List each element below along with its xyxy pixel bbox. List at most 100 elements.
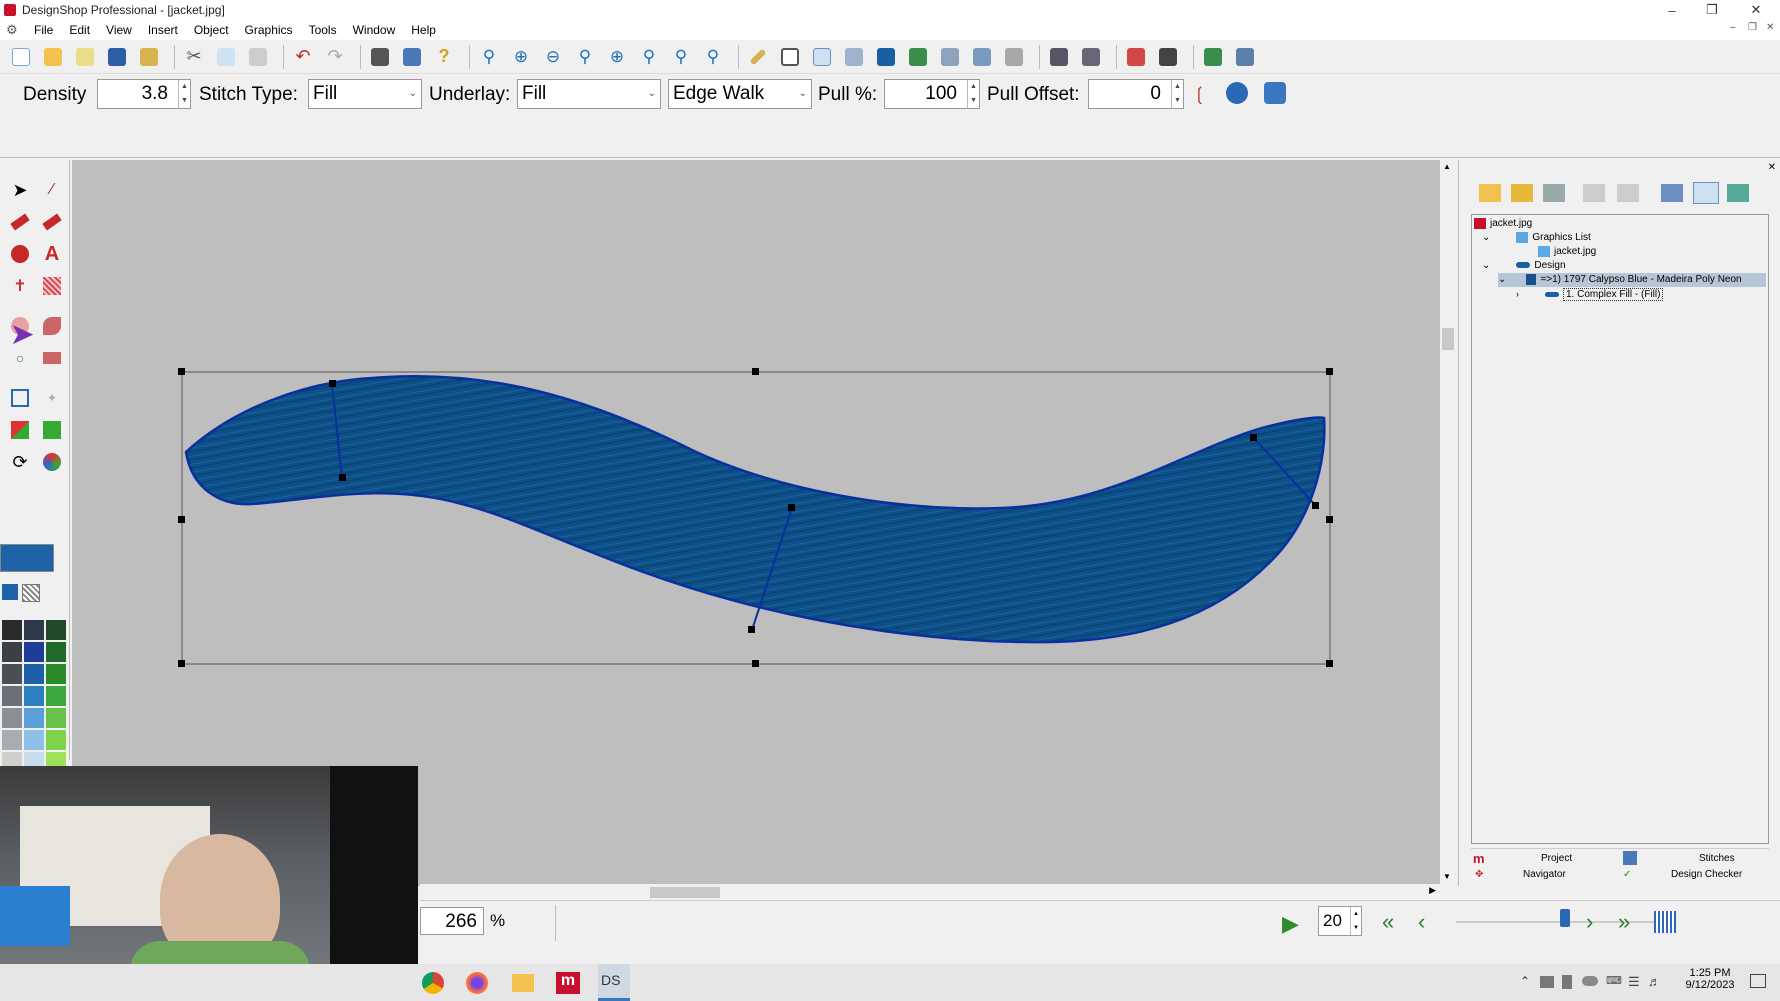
chrome-icon[interactable] <box>422 972 444 994</box>
density-spinner[interactable]: ▲ ▼ <box>178 80 190 108</box>
onedrive-icon[interactable] <box>1582 976 1598 986</box>
stitch-machine-icon[interactable] <box>367 44 393 70</box>
thread-swatch[interactable] <box>2 730 22 750</box>
tab-navigator[interactable]: Navigator <box>1523 867 1566 883</box>
thread-swatch[interactable] <box>46 730 66 750</box>
jump-icon[interactable] <box>1078 44 1104 70</box>
color-wheel-icon[interactable] <box>40 450 64 474</box>
pull-offset-input[interactable]: 0 ▲ ▼ <box>1088 79 1184 109</box>
settings-icon[interactable] <box>1617 184 1639 202</box>
resize-handle[interactable] <box>752 660 759 667</box>
thread-swatch[interactable] <box>46 620 66 640</box>
resize-handle[interactable] <box>1326 368 1333 375</box>
align-icon[interactable] <box>8 386 32 410</box>
step-count-input[interactable]: 20 ▲ ▼ <box>1318 906 1362 936</box>
image-icon[interactable] <box>1200 44 1226 70</box>
pull-offset-spinner[interactable]: ▲ ▼ <box>1171 80 1183 108</box>
stitch-slider-thumb[interactable] <box>1560 909 1570 927</box>
resize-handle[interactable] <box>752 368 759 375</box>
zoom-center-icon[interactable]: ⊕ <box>604 44 630 70</box>
forward-last-icon[interactable]: » <box>1618 909 1630 935</box>
line-tool-icon[interactable]: ∕ <box>40 178 64 202</box>
mdi-restore-icon[interactable]: ❐ <box>1748 22 1757 33</box>
needle-icon[interactable] <box>1046 44 1072 70</box>
break-apart-icon[interactable] <box>1123 44 1149 70</box>
chevron-down-icon[interactable]: ⌄ <box>1498 274 1506 285</box>
properties-icon[interactable] <box>1543 184 1565 202</box>
hide-selection-icon[interactable] <box>969 44 995 70</box>
export-icon[interactable] <box>136 44 162 70</box>
tray-device-icon[interactable] <box>1540 976 1554 988</box>
step-forward-icon[interactable]: › <box>1586 909 1593 935</box>
stitches-tab-icon[interactable] <box>1623 851 1637 865</box>
panel-close-icon[interactable]: ✕ <box>1768 162 1776 173</box>
menu-edit[interactable]: Edit <box>61 23 98 37</box>
menu-graphics[interactable]: Graphics <box>237 23 301 37</box>
no-color-swatch[interactable] <box>22 584 40 602</box>
filter-icon[interactable] <box>1583 184 1605 202</box>
menu-insert[interactable]: Insert <box>140 23 186 37</box>
menu-view[interactable]: View <box>98 23 140 37</box>
select-arrow-icon[interactable]: ➤ <box>8 178 32 202</box>
rewind-first-icon[interactable]: « <box>1382 909 1394 935</box>
step-back-icon[interactable]: ‹ <box>1418 909 1425 935</box>
stitch-player-icon[interactable] <box>1654 911 1676 933</box>
thread-swatch[interactable] <box>2 686 22 706</box>
save-icon[interactable] <box>104 44 130 70</box>
thread-swatch[interactable] <box>24 664 44 684</box>
pull-spinner[interactable]: ▲ ▼ <box>967 80 979 108</box>
thread-swatch[interactable] <box>24 686 44 706</box>
tree-graphics-item[interactable]: jacket.jpg <box>1538 245 1596 259</box>
text-tool-icon[interactable]: A <box>40 242 64 266</box>
resize-icon[interactable] <box>8 418 32 442</box>
node-handle[interactable] <box>1250 434 1257 441</box>
mdi-close-icon[interactable]: ✕ <box>1766 22 1774 33</box>
sequence-icon[interactable] <box>1727 184 1749 202</box>
current-color-swatch[interactable] <box>0 544 54 572</box>
node-handle[interactable] <box>329 380 336 387</box>
show-graphics-icon[interactable] <box>905 44 931 70</box>
print-icon[interactable] <box>399 44 425 70</box>
thread-swatch[interactable] <box>24 620 44 640</box>
resize-handle[interactable] <box>1326 660 1333 667</box>
close-icon[interactable]: ✕ <box>1736 0 1776 20</box>
keyboard-icon[interactable]: ⌨ <box>1606 974 1622 987</box>
scroll-down-icon[interactable]: ▼ <box>1443 872 1451 881</box>
tray-usb-icon[interactable] <box>1562 975 1572 989</box>
mdi-minimize-icon[interactable]: – <box>1730 22 1736 33</box>
madeira-app-icon[interactable]: m <box>556 972 580 994</box>
stitch-type-select[interactable]: Fill ⌄ <box>308 79 422 109</box>
undo-icon[interactable]: ↶ <box>290 44 316 70</box>
scroll-right-icon[interactable]: ▶ <box>1429 885 1436 896</box>
designshop-taskbar-button[interactable]: DS <box>598 964 630 1001</box>
step-spinner[interactable]: ▲ ▼ <box>1350 907 1361 935</box>
minimize-icon[interactable]: – <box>1652 0 1692 20</box>
resize-handle[interactable] <box>1326 516 1333 523</box>
chevron-down-icon[interactable]: ⌄ <box>1482 260 1490 271</box>
resize-handle[interactable] <box>178 368 185 375</box>
resize-handle[interactable] <box>178 516 185 523</box>
zoom-input[interactable]: 266 <box>420 907 484 935</box>
convert-icon[interactable] <box>1232 44 1258 70</box>
fill-pattern-icon[interactable] <box>1264 82 1286 104</box>
zoom-all-icon[interactable]: ⚲ <box>700 44 726 70</box>
tree-design[interactable]: ⌄ Design <box>1482 259 1566 273</box>
sparkle-icon[interactable]: ✦ <box>40 386 64 410</box>
navigator-tab-icon[interactable]: ✥ <box>1475 867 1483 883</box>
zoom-actual-icon[interactable]: ⚲ <box>572 44 598 70</box>
volume-icon[interactable]: ♬ <box>1648 974 1661 989</box>
menu-help[interactable]: Help <box>403 23 444 37</box>
stitch-effect-icon[interactable]: ❲ <box>1192 84 1207 105</box>
firefox-icon[interactable] <box>466 972 488 994</box>
new-folder-icon[interactable] <box>1479 184 1501 202</box>
menu-window[interactable]: Window <box>345 23 404 37</box>
tree-color-item[interactable]: ⌄ =>1) 1797 Calypso Blue - Madeira Poly N… <box>1498 273 1766 287</box>
mirror-icon[interactable] <box>40 418 64 442</box>
motif-tool-icon[interactable] <box>40 314 64 338</box>
help-icon[interactable]: ? <box>431 44 457 70</box>
color-info-icon[interactable] <box>1226 82 1248 104</box>
thread-swatch[interactable] <box>24 708 44 728</box>
thread-swatch[interactable] <box>2 708 22 728</box>
tree-root[interactable]: jacket.jpg <box>1474 217 1532 231</box>
project-tab-icon[interactable]: m <box>1473 851 1485 867</box>
